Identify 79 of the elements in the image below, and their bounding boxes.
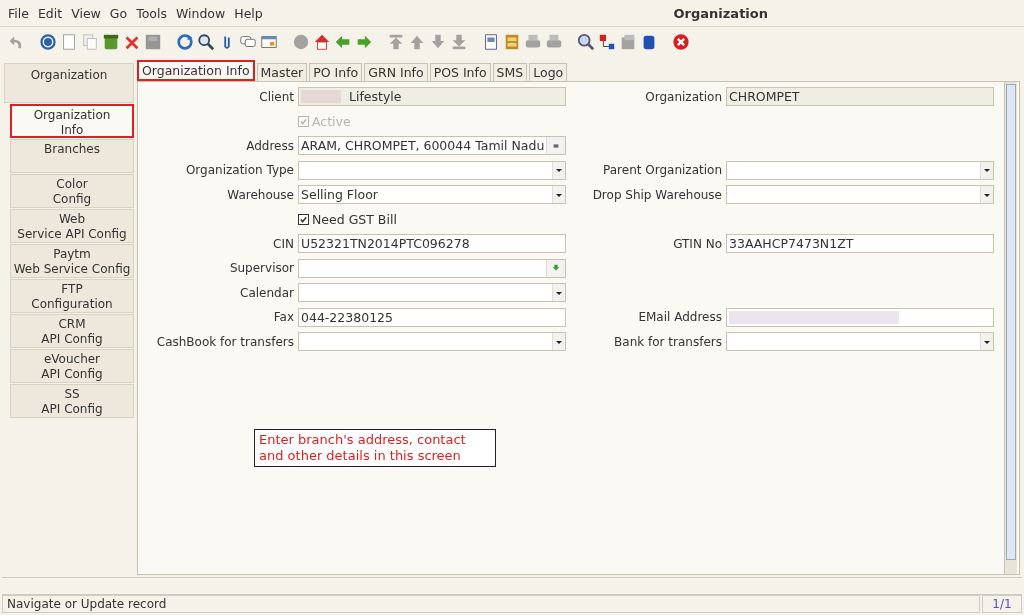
- menu-item[interactable]: Go: [107, 5, 135, 21]
- sidebar-item[interactable]: CRM API Config: [10, 314, 134, 348]
- checkbox-label: Need GST Bill: [312, 211, 397, 227]
- tab[interactable]: POS Info: [429, 63, 491, 81]
- input-field[interactable]: ARAM, CHROMPET, 600044 Tamil Nadu: [298, 136, 566, 156]
- menu-item[interactable]: Edit: [35, 5, 70, 21]
- field-label: CIN: [272, 236, 295, 251]
- field-label: Fax: [272, 310, 295, 325]
- checkbox-label: Active: [312, 113, 351, 129]
- sidebar-item[interactable]: Paytm Web Service Config: [10, 244, 134, 278]
- workflow-icon[interactable]: [598, 33, 616, 51]
- checkbox[interactable]: [298, 213, 309, 225]
- sidebar-item[interactable]: Branches: [10, 139, 134, 173]
- report-icon[interactable]: [482, 33, 500, 51]
- record-counter: 1/1: [982, 595, 1022, 613]
- field-label: Bank for transfers: [613, 334, 723, 349]
- input-field[interactable]: [726, 185, 994, 205]
- help-icon[interactable]: [39, 33, 57, 51]
- menu-item[interactable]: View: [69, 5, 108, 21]
- field-label: CashBook for transfers: [155, 334, 295, 349]
- tab[interactable]: GRN Info: [364, 63, 428, 81]
- scrollbar[interactable]: [1004, 82, 1017, 574]
- sidebar-item[interactable]: Web Service API Config: [10, 209, 134, 243]
- input-field[interactable]: 33AAHCP7473N1ZT: [726, 234, 994, 254]
- sidebar-item[interactable]: SS API Config: [10, 384, 134, 418]
- field-label: Parent Organization: [602, 163, 723, 178]
- field-label: Calendar: [239, 285, 295, 300]
- input-field[interactable]: [298, 160, 566, 180]
- zoom-icon[interactable]: [577, 33, 595, 51]
- field-label: Organization: [644, 89, 723, 104]
- archive-icon[interactable]: [503, 33, 521, 51]
- input-field[interactable]: U52321TN2014PTC096278: [298, 234, 566, 254]
- recycle-icon[interactable]: [102, 33, 120, 51]
- input-field[interactable]: [298, 258, 566, 278]
- input-field[interactable]: CHROMPET: [726, 87, 994, 107]
- input-field[interactable]: [726, 332, 994, 352]
- field-label: Supervisor: [228, 261, 295, 276]
- location-icon[interactable]: [552, 141, 560, 150]
- annotation-note: Enter branch's address, contact and other details in this screen: [254, 429, 496, 467]
- input-field[interactable]: 044-22380125: [298, 307, 566, 327]
- field-label: Drop Ship Warehouse: [591, 187, 723, 202]
- menu-item[interactable]: Window: [173, 5, 233, 21]
- sidebar-item[interactable]: eVoucher API Config: [10, 349, 134, 383]
- status-message: Navigate or Update record: [2, 595, 980, 613]
- input-field[interactable]: Selling Floor: [298, 185, 566, 205]
- tab[interactable]: Organization Info: [137, 60, 255, 81]
- input-field[interactable]: [298, 332, 566, 352]
- tab[interactable]: SMS: [492, 63, 528, 81]
- close-icon[interactable]: [672, 33, 690, 51]
- input-field[interactable]: [726, 307, 994, 327]
- field-label: Warehouse: [226, 187, 295, 202]
- sidebar-header[interactable]: Organization: [4, 63, 134, 103]
- field-label: Address: [245, 138, 295, 153]
- input-field[interactable]: [298, 283, 566, 303]
- sidebar-item[interactable]: Organization Info: [10, 104, 134, 138]
- forward-icon[interactable]: [355, 33, 373, 51]
- window-title: Organization: [673, 5, 768, 21]
- menu-item[interactable]: Help: [232, 5, 270, 21]
- input-field[interactable]: Lifestyle: [298, 87, 566, 107]
- dropdown-arrow-icon[interactable]: [983, 166, 991, 175]
- back-icon[interactable]: [334, 33, 352, 51]
- field-label: Client: [258, 89, 295, 104]
- lookup-icon[interactable]: [552, 264, 560, 273]
- tab[interactable]: Master: [256, 63, 308, 81]
- field-label: EMail Address: [637, 310, 723, 325]
- sidebar-item[interactable]: Color Config: [10, 174, 134, 208]
- field-label: GTIN No: [672, 236, 723, 251]
- grid-icon[interactable]: [260, 33, 278, 51]
- tab[interactable]: Logo: [529, 63, 568, 81]
- find-icon[interactable]: [197, 33, 215, 51]
- menu-item[interactable]: Tools: [134, 5, 174, 21]
- field-label: Organization Type: [184, 163, 295, 178]
- sidebar-item[interactable]: FTP Configuration: [10, 279, 134, 313]
- input-field[interactable]: [726, 160, 994, 180]
- menu-item[interactable]: File: [6, 5, 36, 21]
- home-icon[interactable]: [313, 33, 331, 51]
- refresh-icon[interactable]: [176, 33, 194, 51]
- dropdown-arrow-icon[interactable]: [555, 166, 563, 175]
- tab[interactable]: PO Info: [309, 63, 363, 81]
